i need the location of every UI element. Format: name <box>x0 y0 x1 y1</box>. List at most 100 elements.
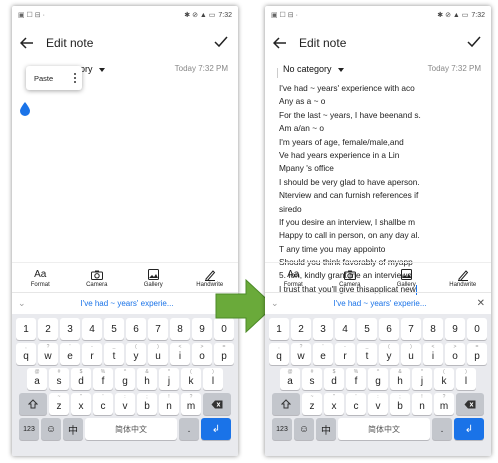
key-2[interactable]: 2 <box>38 318 58 340</box>
key-4[interactable]: 4 <box>335 318 355 340</box>
key-o[interactable]: > o <box>192 343 212 365</box>
key-5[interactable]: 5 <box>357 318 377 340</box>
key-1[interactable]: 1 <box>269 318 289 340</box>
numeric-key[interactable]: 123 <box>272 418 292 440</box>
numeric-key[interactable]: 123 <box>19 418 39 440</box>
key-0[interactable]: 0 <box>467 318 487 340</box>
language-switch-key[interactable]: 中 <box>63 418 83 440</box>
key-9[interactable]: 9 <box>445 318 465 340</box>
key-7[interactable]: 7 <box>401 318 421 340</box>
key-v[interactable]: :v <box>368 393 388 415</box>
key-q[interactable]: ,q <box>269 343 289 365</box>
key-d[interactable]: $ d <box>324 368 344 390</box>
key-c[interactable]: ' c <box>346 393 366 415</box>
emoji-key-icon[interactable]: ☺ <box>41 418 61 440</box>
language-switch-key[interactable]: 中 <box>316 418 336 440</box>
backspace-key-icon[interactable] <box>456 393 484 415</box>
format-tool[interactable]: Aa Format <box>20 268 60 288</box>
key-i[interactable]: < i <box>423 343 443 365</box>
key-o[interactable]: > o <box>445 343 465 365</box>
cursor-handle-icon[interactable] <box>20 102 30 116</box>
key-s[interactable]: # s <box>302 368 322 390</box>
paste-button[interactable]: Paste <box>34 74 53 83</box>
key-8[interactable]: 8 <box>423 318 443 340</box>
chevron-down-icon[interactable]: ⌄ <box>18 298 32 309</box>
key-g[interactable]: ^ g <box>115 368 135 390</box>
shift-key-icon[interactable] <box>272 393 300 415</box>
gallery-tool[interactable]: Gallery <box>133 268 173 288</box>
key-l[interactable]: ) l <box>203 368 223 390</box>
key-y[interactable]: (y <box>126 343 146 365</box>
category-selector[interactable]: No category <box>283 64 344 74</box>
gallery-tool[interactable]: Gallery <box>386 268 426 288</box>
key-j[interactable]: * j <box>159 368 179 390</box>
key-t[interactable]: _ t <box>104 343 124 365</box>
period-key[interactable]: . <box>179 418 199 440</box>
key-c[interactable]: ' c <box>93 393 113 415</box>
key-t[interactable]: _ t <box>357 343 377 365</box>
suggestion-text[interactable]: I've had ~ years' experie... <box>285 299 475 308</box>
key-y[interactable]: (y <box>379 343 399 365</box>
key-r[interactable]: -r <box>335 343 355 365</box>
key-g[interactable]: ^ g <box>368 368 388 390</box>
period-key[interactable]: . <box>432 418 452 440</box>
key-p[interactable]: = p <box>467 343 487 365</box>
chevron-down-icon[interactable]: ⌄ <box>271 298 285 309</box>
key-m[interactable]: ? m <box>181 393 201 415</box>
key-e[interactable]: ' e <box>313 343 333 365</box>
key-u[interactable]: ) u <box>401 343 421 365</box>
key-l[interactable]: ) l <box>456 368 476 390</box>
enter-key-icon[interactable]: ↲ <box>201 418 231 440</box>
key-5[interactable]: 5 <box>104 318 124 340</box>
key-k[interactable]: (k <box>181 368 201 390</box>
format-tool[interactable]: Aa Format <box>273 268 313 288</box>
key-n[interactable]: ! n <box>412 393 432 415</box>
key-z[interactable]: ~ z <box>49 393 69 415</box>
back-arrow-icon[interactable] <box>20 36 34 50</box>
key-3[interactable]: 3 <box>313 318 333 340</box>
camera-tool[interactable]: Camera <box>77 268 117 288</box>
key-x[interactable]: " x <box>324 393 344 415</box>
key-z[interactable]: ~ z <box>302 393 322 415</box>
check-icon[interactable] <box>467 35 481 49</box>
key-h[interactable]: & h <box>137 368 157 390</box>
key-e[interactable]: ' e <box>60 343 80 365</box>
key-1[interactable]: 1 <box>16 318 36 340</box>
key-i[interactable]: < i <box>170 343 190 365</box>
key-9[interactable]: 9 <box>192 318 212 340</box>
key-p[interactable]: = p <box>214 343 234 365</box>
key-w[interactable]: ? w <box>38 343 58 365</box>
key-a[interactable]: @ a <box>27 368 47 390</box>
backspace-key-icon[interactable] <box>203 393 231 415</box>
key-4[interactable]: 4 <box>82 318 102 340</box>
camera-tool[interactable]: Camera <box>330 268 370 288</box>
suggestion-text[interactable]: I've had ~ years' experie... <box>32 299 222 308</box>
enter-key-icon[interactable]: ↲ <box>454 418 484 440</box>
key-q[interactable]: ,q <box>16 343 36 365</box>
key-s[interactable]: # s <box>49 368 69 390</box>
check-icon[interactable] <box>214 35 228 49</box>
key-6[interactable]: 6 <box>379 318 399 340</box>
key-v[interactable]: :v <box>115 393 135 415</box>
key-d[interactable]: $ d <box>71 368 91 390</box>
key-n[interactable]: ! n <box>159 393 179 415</box>
key-u[interactable]: ) u <box>148 343 168 365</box>
key-7[interactable]: 7 <box>148 318 168 340</box>
space-key[interactable]: 简体中文 <box>338 418 430 440</box>
key-b[interactable]: ; b <box>137 393 157 415</box>
close-icon[interactable]: ✕ <box>475 298 485 309</box>
key-2[interactable]: 2 <box>291 318 311 340</box>
back-arrow-icon[interactable] <box>273 36 287 50</box>
key-x[interactable]: " x <box>71 393 91 415</box>
key-f[interactable]: % f <box>346 368 366 390</box>
more-options-icon[interactable] <box>73 72 76 84</box>
key-a[interactable]: @ a <box>280 368 300 390</box>
key-k[interactable]: (k <box>434 368 454 390</box>
key-6[interactable]: 6 <box>126 318 146 340</box>
key-f[interactable]: % f <box>93 368 113 390</box>
key-r[interactable]: -r <box>82 343 102 365</box>
key-h[interactable]: & h <box>390 368 410 390</box>
shift-key-icon[interactable] <box>19 393 47 415</box>
emoji-key-icon[interactable]: ☺ <box>294 418 314 440</box>
key-m[interactable]: ? m <box>434 393 454 415</box>
